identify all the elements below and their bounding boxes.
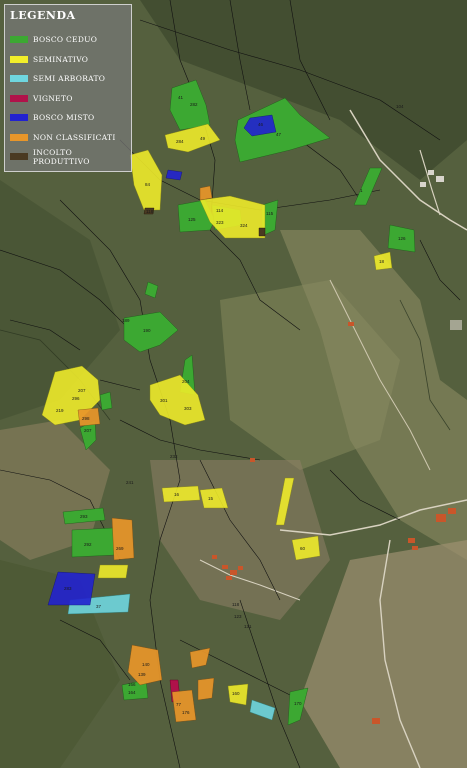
parcel-number: 283 bbox=[64, 586, 72, 591]
roof bbox=[212, 555, 217, 559]
legend-label: NON CLASSIFICATI bbox=[33, 132, 116, 142]
parcel-incolto-2[interactable] bbox=[258, 227, 266, 237]
roof bbox=[412, 546, 418, 550]
parcel-number: 207 bbox=[84, 428, 92, 433]
legend-label: VIGNETO bbox=[33, 93, 73, 103]
parcel-number: 115 bbox=[266, 211, 274, 216]
roof bbox=[250, 458, 255, 462]
parcel-number: 139 bbox=[138, 672, 146, 677]
parcel-number: 126 bbox=[398, 236, 406, 241]
legend-label: SEMINATIVO bbox=[33, 54, 89, 64]
roof bbox=[372, 718, 380, 724]
parcel-number: 47 bbox=[276, 132, 282, 137]
parcel-number: 131 bbox=[244, 624, 252, 629]
map[interactable]: 41 282 284 49 46 47 84 118 114 324 125 3… bbox=[0, 0, 467, 768]
parcel-14[interactable] bbox=[97, 564, 129, 579]
parcel-number: 303 bbox=[184, 406, 192, 411]
parcel-small-2[interactable] bbox=[99, 391, 113, 411]
parcel-number: 18 bbox=[379, 259, 385, 264]
parcel-blue-small[interactable] bbox=[165, 169, 183, 181]
legend-swatch bbox=[10, 153, 28, 161]
parcel-number: 60 bbox=[300, 546, 306, 551]
parcel-number: 84 bbox=[145, 182, 151, 187]
legend-swatch bbox=[10, 133, 28, 141]
legend-label: SEMI ARBORATO bbox=[33, 74, 106, 84]
parcel-number: 298 bbox=[82, 416, 90, 421]
parcel-number: 123 bbox=[234, 614, 242, 619]
legend-swatch bbox=[10, 75, 28, 83]
legend-item-bosco-misto: BOSCO MISTO bbox=[10, 108, 126, 128]
parcel-number: 176 bbox=[182, 710, 190, 715]
building bbox=[450, 320, 462, 330]
parcel-60[interactable] bbox=[291, 535, 321, 561]
parcel-number: 301 bbox=[160, 398, 168, 403]
parcel-number: 296 bbox=[72, 396, 80, 401]
building bbox=[420, 182, 426, 187]
parcel-number: 118 bbox=[146, 209, 154, 214]
parcel-number: 207 bbox=[78, 388, 86, 393]
legend-item-incolto-produttivo: INCOLTO PRODUTTIVO bbox=[10, 147, 126, 167]
building bbox=[428, 170, 434, 175]
legend-label: BOSCO CEDUO bbox=[33, 35, 98, 45]
parcel-number: 241 bbox=[126, 480, 134, 485]
parcel-number: 118 bbox=[232, 602, 240, 607]
legend-item-bosco-ceduo: BOSCO CEDUO bbox=[10, 30, 126, 50]
parcel-number: 15 bbox=[208, 496, 214, 501]
legend-swatch bbox=[10, 114, 28, 122]
parcel-number: 232 bbox=[170, 454, 178, 459]
parcel-number: 104 bbox=[396, 104, 404, 109]
parcel-number: 293 bbox=[80, 514, 88, 519]
legend-item-non-classificati: NON CLASSIFICATI bbox=[10, 128, 126, 148]
parcel-number: 204 bbox=[182, 379, 190, 384]
legend-title: LEGENDA bbox=[10, 9, 76, 22]
parcel-number: 140 bbox=[142, 662, 150, 667]
legend-item-seminativo: SEMINATIVO bbox=[10, 50, 126, 70]
roof bbox=[448, 508, 456, 514]
parcel-number: 284 bbox=[176, 139, 184, 144]
roof bbox=[222, 565, 228, 569]
legend-label: INCOLTO PRODUTTIVO bbox=[33, 147, 90, 166]
parcel-number: 114 bbox=[216, 208, 224, 213]
parcel-number: 164 bbox=[128, 690, 136, 695]
parcel-orange-3[interactable] bbox=[199, 185, 213, 201]
parcel-number: 41 bbox=[178, 95, 184, 100]
roof bbox=[226, 576, 232, 580]
parcel-number: 46 bbox=[258, 122, 264, 127]
roof bbox=[230, 570, 237, 575]
building bbox=[436, 176, 444, 182]
roof bbox=[238, 566, 243, 570]
roof bbox=[348, 322, 354, 326]
roof bbox=[436, 514, 446, 522]
parcel-292[interactable] bbox=[71, 527, 116, 558]
legend-swatch bbox=[10, 55, 28, 63]
parcel-number: 282 bbox=[190, 102, 198, 107]
parcel-number: 269 bbox=[116, 546, 124, 551]
parcel-number: 77 bbox=[176, 702, 182, 707]
legend-item-semi-arborato: SEMI ARBORATO bbox=[10, 69, 126, 89]
parcel-197[interactable] bbox=[197, 677, 215, 701]
parcel-number: 37 bbox=[96, 604, 102, 609]
parcel-number: 190 bbox=[143, 328, 151, 333]
parcel-number: 49 bbox=[200, 136, 206, 141]
parcel-number: 323 bbox=[216, 220, 224, 225]
legend-swatch bbox=[10, 94, 28, 102]
roof bbox=[408, 538, 415, 543]
parcel-number: 324 bbox=[240, 223, 248, 228]
parcel-number: 170 bbox=[294, 701, 302, 706]
legend: LEGENDA BOSCO CEDUO SEMINATIVO SEMI ARBO… bbox=[4, 4, 132, 172]
legend-swatch bbox=[10, 36, 28, 44]
parcel-number: 16 bbox=[174, 492, 180, 497]
parcel-number: 292 bbox=[84, 542, 92, 547]
parcel-number: 125 bbox=[188, 217, 196, 222]
parcel-number: 219 bbox=[56, 408, 64, 413]
parcel-number: 166 bbox=[128, 682, 136, 687]
parcel-16[interactable] bbox=[161, 485, 201, 503]
legend-label: BOSCO MISTO bbox=[33, 113, 95, 123]
parcel-number: 160 bbox=[232, 691, 240, 696]
parcel-269[interactable] bbox=[111, 517, 135, 561]
parcel-number: 189 bbox=[122, 318, 130, 323]
legend-item-vigneto: VIGNETO bbox=[10, 89, 126, 109]
